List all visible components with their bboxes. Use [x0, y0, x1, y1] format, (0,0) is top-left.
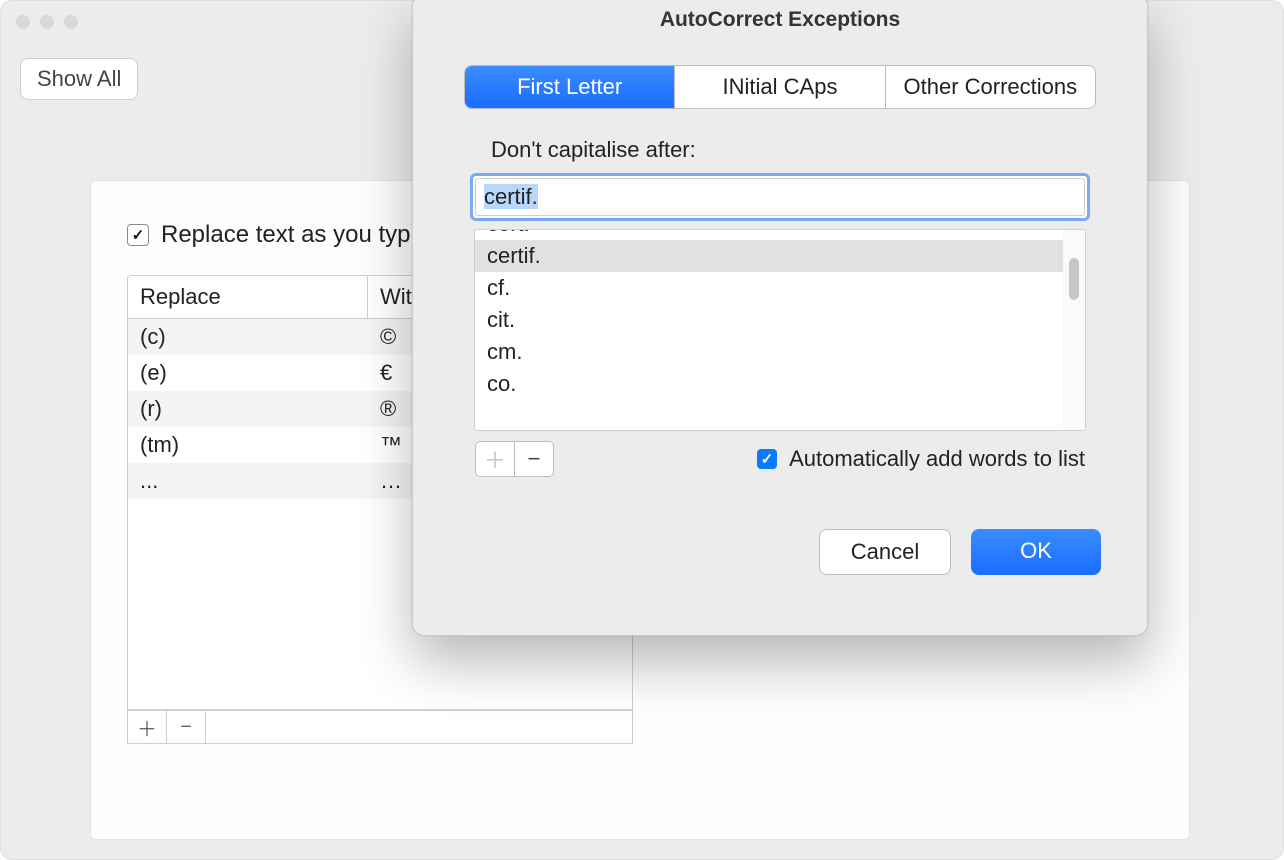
replacements-footer: ＋ − [127, 710, 633, 744]
cancel-button[interactable]: Cancel [819, 529, 951, 575]
close-icon[interactable] [16, 15, 30, 29]
list-item[interactable]: cm. [475, 336, 1063, 368]
show-all-button[interactable]: Show All [20, 58, 138, 100]
tab-initial-caps[interactable]: INitial CAps [675, 66, 885, 108]
add-replacement-button[interactable]: ＋ [128, 711, 167, 743]
tab-first-letter[interactable]: First Letter [465, 66, 675, 108]
tab-other-corrections[interactable]: Other Corrections [886, 66, 1095, 108]
list-item[interactable]: cf. [475, 272, 1063, 304]
ok-button[interactable]: OK [971, 529, 1101, 575]
auto-add-checkbox[interactable] [757, 449, 777, 469]
replace-as-you-type-checkbox[interactable] [127, 224, 149, 246]
dialog-buttons: Cancel OK [413, 529, 1147, 575]
plus-icon: ＋ [137, 713, 157, 742]
exceptions-list[interactable]: cert. certif. cf. cit. cm. co. [474, 229, 1086, 431]
exceptions-tabs: First Letter INitial CAps Other Correcti… [464, 65, 1096, 109]
add-exception-button[interactable]: ＋ [476, 442, 514, 476]
scrollbar-thumb[interactable] [1069, 258, 1079, 300]
list-item[interactable]: cert. [475, 230, 1063, 240]
remove-exception-button[interactable]: − [514, 442, 553, 476]
col-header-replace[interactable]: Replace [128, 276, 368, 318]
auto-add-row[interactable]: Automatically add words to list [757, 446, 1085, 472]
minus-icon: − [180, 716, 192, 739]
autocorrect-exceptions-dialog: AutoCorrect Exceptions First Letter INit… [412, 0, 1148, 636]
exception-pm-group: ＋ − [475, 441, 554, 477]
list-item[interactable]: cit. [475, 304, 1063, 336]
exception-input[interactable]: certif. [475, 178, 1085, 216]
plus-icon: ＋ [484, 443, 506, 475]
remove-replacement-button[interactable]: − [167, 711, 206, 743]
minus-icon: − [528, 446, 541, 472]
list-item[interactable]: co. [475, 368, 1063, 400]
dont-capitalise-label: Don't capitalise after: [491, 137, 1147, 163]
replace-as-you-type-label: Replace text as you typ [161, 221, 410, 249]
list-scrollbar[interactable] [1063, 230, 1085, 430]
minimize-icon[interactable] [40, 15, 54, 29]
auto-add-label: Automatically add words to list [789, 446, 1085, 472]
list-item[interactable]: certif. [475, 240, 1063, 272]
dialog-title: AutoCorrect Exceptions [413, 0, 1147, 45]
exception-input-focus-ring: certif. [470, 173, 1090, 221]
zoom-icon[interactable] [64, 15, 78, 29]
